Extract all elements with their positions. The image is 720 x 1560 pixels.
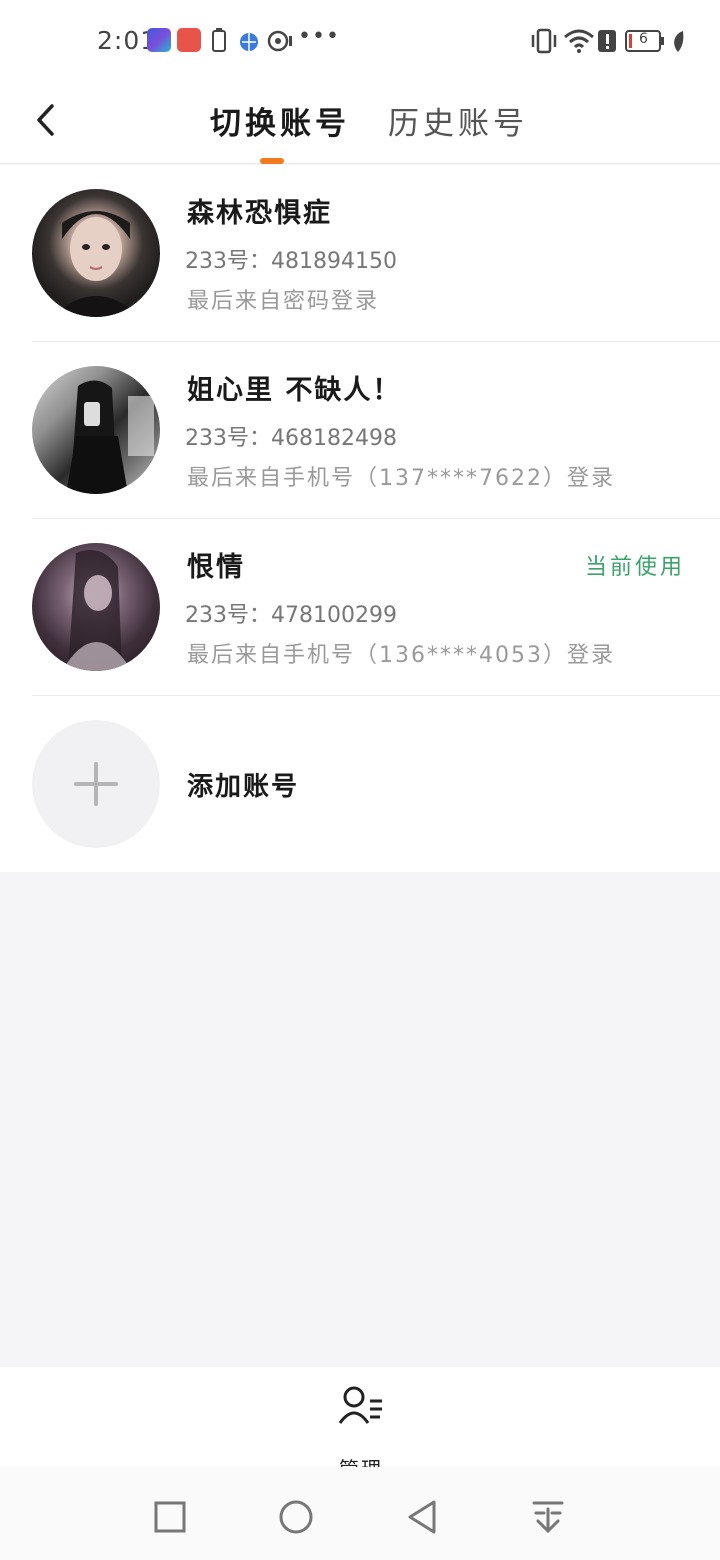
tab-history-account[interactable]: 历史账号	[388, 98, 528, 143]
plus-icon	[74, 762, 118, 806]
current-account-badge: 当前使用	[584, 555, 685, 580]
download-icon[interactable]	[528, 1497, 568, 1537]
globe-icon	[240, 33, 258, 51]
battery-small-icon	[212, 28, 226, 52]
circle-icon[interactable]	[276, 1497, 316, 1537]
add-account-row[interactable]: 添加账号	[0, 696, 720, 872]
tab-indicator	[260, 158, 284, 164]
user-manage-icon	[338, 1386, 382, 1424]
more-indicator: •••	[298, 24, 340, 49]
status-bar: 2:01 ••• 6	[0, 0, 720, 84]
account-list: 森林恐惧症 233号：481894150 最后来自密码登录 姐心里 不缺人！ 2…	[0, 165, 720, 872]
manage-button[interactable]: 管理	[320, 1385, 400, 1481]
account-name: 姐心里 不缺人！	[187, 375, 402, 406]
leaf-icon	[674, 31, 684, 52]
battery-level: 6	[639, 31, 648, 47]
account-row[interactable]: 恨情 233号：478100299 最后来自手机号（136****4053）登录…	[0, 519, 720, 696]
account-last-login: 最后来自手机号（137****7622）登录	[187, 466, 615, 491]
app-icon-dark	[147, 28, 171, 52]
account-id: 233号：478100299	[185, 603, 397, 628]
add-account-avatar	[32, 720, 160, 848]
chevron-left-icon[interactable]	[24, 96, 72, 144]
avatar	[32, 366, 160, 494]
bottom-toolbar: 管理	[0, 1367, 720, 1481]
square-icon[interactable]	[150, 1497, 190, 1537]
account-row[interactable]: 姐心里 不缺人！ 233号：468182498 最后来自手机号（137****7…	[0, 342, 720, 519]
location-icon	[267, 30, 292, 52]
add-account-label: 添加账号	[187, 772, 300, 802]
system-nav-bar	[0, 1467, 720, 1560]
account-last-login: 最后来自密码登录	[187, 289, 380, 314]
triangle-back-icon[interactable]	[402, 1497, 442, 1537]
battery-icon: 6	[625, 30, 665, 52]
tab-switch-account[interactable]: 切换账号	[210, 98, 350, 143]
header: 切换账号 历史账号	[0, 84, 720, 164]
account-id: 233号：481894150	[185, 249, 397, 274]
vibrate-icon	[531, 28, 557, 54]
account-name: 森林恐惧症	[187, 198, 332, 229]
account-id: 233号：468182498	[185, 426, 397, 451]
account-row[interactable]: 森林恐惧症 233号：481894150 最后来自密码登录	[0, 165, 720, 342]
wifi-icon	[564, 29, 594, 53]
avatar	[32, 189, 160, 317]
alert-icon	[598, 30, 616, 52]
app-icon-red	[177, 28, 201, 52]
avatar	[32, 543, 160, 671]
account-last-login: 最后来自手机号（136****4053）登录	[187, 643, 615, 668]
account-name: 恨情	[187, 552, 245, 583]
